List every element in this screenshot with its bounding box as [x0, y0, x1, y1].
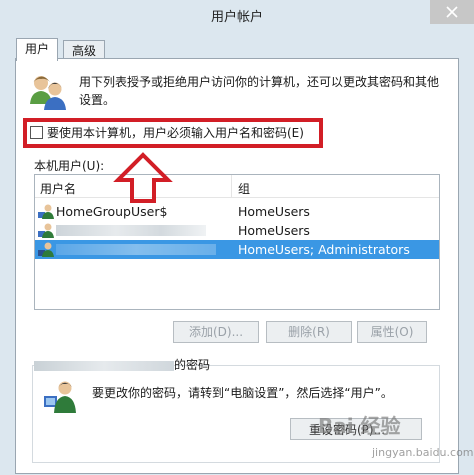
up-arrow-icon	[113, 152, 173, 203]
window-title: 用户帐户	[210, 10, 263, 25]
watermark-url: jingyan.baidu.com	[372, 446, 474, 459]
obscured-user-name	[56, 244, 216, 255]
user-icon	[38, 204, 54, 219]
user-password-icon	[44, 381, 76, 413]
user-list-label: 本机用户(U):	[34, 159, 105, 173]
column-header-name[interactable]: 用户名	[40, 180, 76, 197]
table-row[interactable]: HomeUsers	[35, 221, 439, 240]
baidu-watermark: Bai 经验	[318, 414, 401, 438]
obscured-user-name	[56, 225, 206, 236]
user-group: HomeUsers	[238, 223, 310, 238]
users-icon	[30, 76, 66, 110]
tab-users[interactable]: 用户	[16, 38, 59, 61]
user-name: HomeGroupUser$	[56, 204, 168, 219]
table-row[interactable]: HomeGroupUser$ HomeUsers	[35, 202, 439, 221]
password-instructions: 要更改你的密码，请转到“电脑设置”，然后选择“用户”。	[92, 386, 393, 400]
obscured-user-name	[34, 360, 174, 371]
highlight-box	[23, 118, 323, 148]
user-icon	[38, 223, 54, 238]
add-user-button[interactable]: 添加(D)...	[173, 321, 259, 343]
column-divider	[231, 175, 232, 197]
intro-text: 用下列表授予或拒绝用户访问你的计算机，还可以更改其密码和其他设置。	[79, 75, 440, 107]
user-list-header: 用户名 组	[35, 175, 439, 198]
close-button[interactable]	[430, 0, 474, 24]
user-icon	[38, 242, 54, 257]
password-legend-suffix: 的密码	[174, 358, 211, 372]
user-group: HomeUsers; Administrators	[238, 242, 410, 257]
user-group: HomeUsers	[238, 204, 310, 219]
column-header-group[interactable]: 组	[238, 180, 250, 197]
title-bar: 用户帐户	[0, 0, 474, 30]
table-row-selected[interactable]: HomeUsers; Administrators	[35, 240, 439, 259]
delete-user-button[interactable]: 删除(R)	[266, 321, 352, 343]
properties-button[interactable]: 属性(O)	[357, 321, 427, 343]
password-section-legend: 的密码	[34, 356, 210, 373]
close-icon	[446, 6, 458, 18]
user-list[interactable]: 用户名 组 HomeGroupUser$ HomeUsers HomeUsers…	[34, 174, 440, 310]
